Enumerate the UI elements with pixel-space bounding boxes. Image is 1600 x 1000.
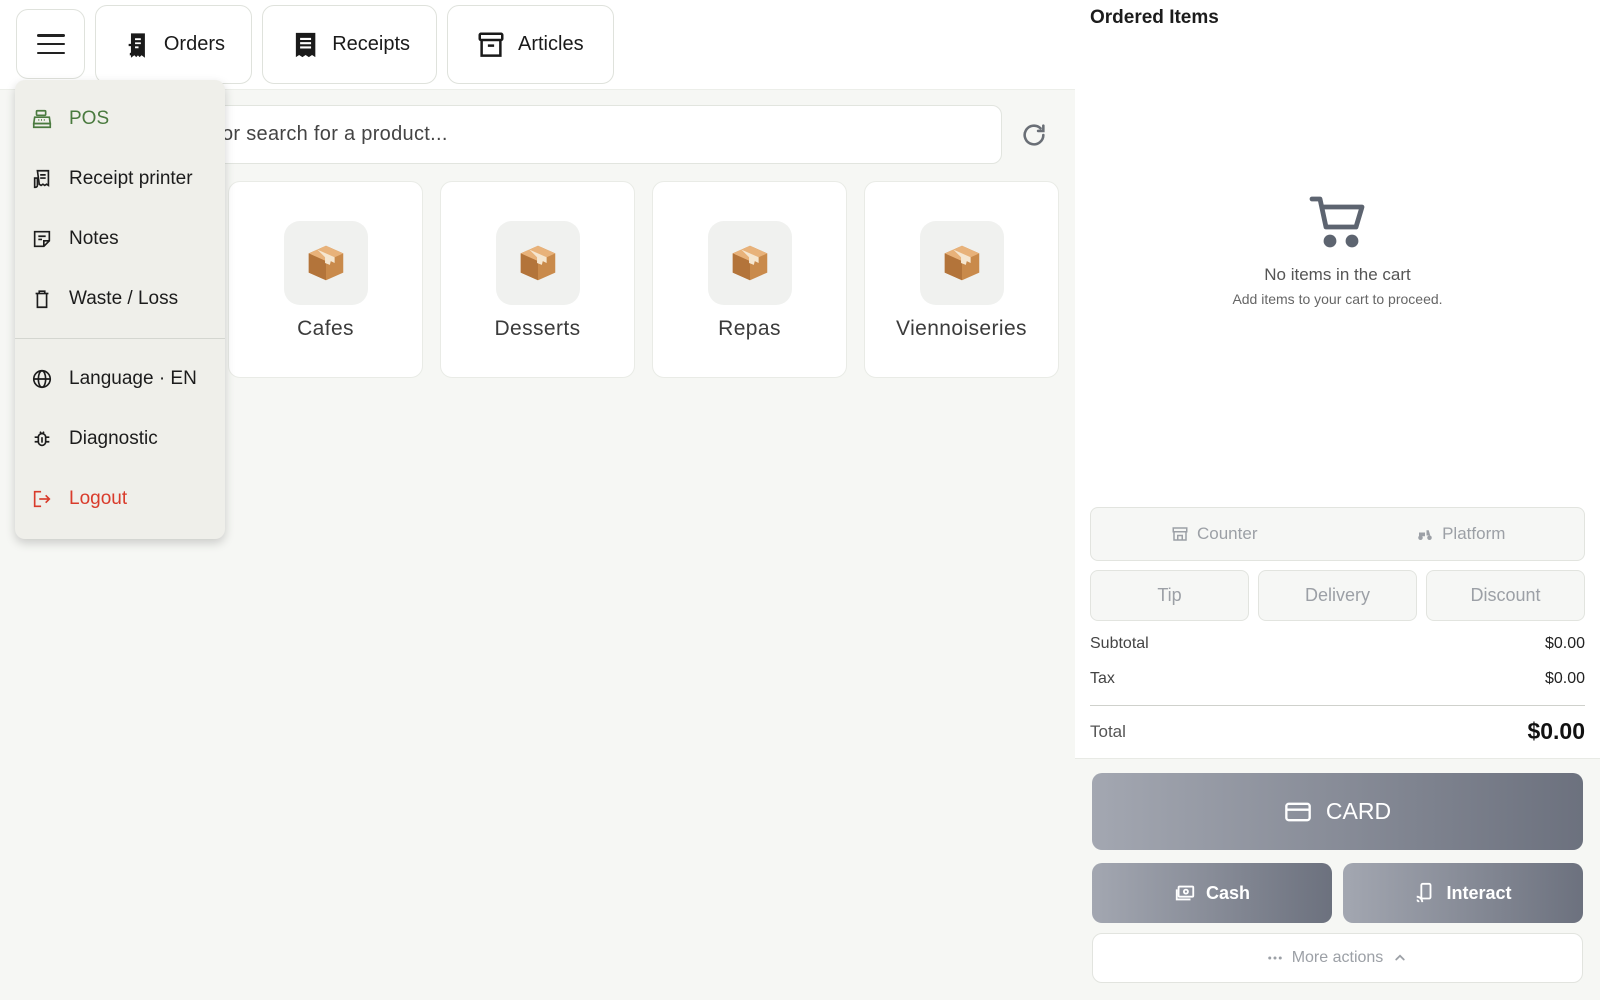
menu-item-logout[interactable]: Logout [15,479,225,519]
more-actions-label: More actions [1291,949,1384,966]
menu-divider [15,338,225,339]
order-type-toggle: Counter Platform [1090,507,1585,561]
menu-item-label: Waste / Loss [69,288,179,309]
menu-item-pos[interactable]: POS [15,99,225,139]
empty-cart-state: No items in the cart Add items to your c… [1075,195,1600,307]
notes-icon [33,230,51,248]
menu-item-notes[interactable]: Notes [15,219,225,259]
tab-articles[interactable]: Articles [447,5,614,84]
category-label: Desserts [494,317,581,340]
menu-item-language[interactable]: Language · EN [15,359,225,399]
menu-item-label: Language · EN [69,368,197,389]
category-label: Viennoiseries [896,317,1027,340]
cart-icon [1309,196,1364,248]
category-card-repas[interactable]: Repas [652,181,847,378]
refresh-icon[interactable] [1020,121,1048,149]
tab-orders[interactable]: Orders [95,5,252,84]
menu-item-label: Logout [69,488,128,509]
category-icon-box [495,221,580,305]
package-icon [944,245,979,281]
cash-register-icon [32,109,52,129]
more-actions-button[interactable]: More actions [1092,933,1583,983]
package-icon [520,245,555,281]
tab-receipts[interactable]: Receipts [262,5,437,84]
empty-cart-subtitle: Add items to your cart to proceed. [1232,291,1443,307]
tip-button[interactable]: Tip [1090,570,1249,621]
receipt-icon [295,32,316,57]
store-icon [1172,527,1188,541]
more-dots-icon [1267,956,1282,960]
discount-button[interactable]: Discount [1426,570,1585,621]
menu-item-diagnostic[interactable]: Diagnostic [15,419,225,459]
subtotal-label: Subtotal [1090,635,1149,652]
order-type-counter[interactable]: Counter [1091,508,1338,560]
search-placeholder: or search for a product... [222,123,448,145]
category-label: Cafes [297,317,354,340]
pay-cash-button[interactable]: Cash [1092,863,1332,923]
printer-icon [33,169,50,189]
tax-value: $0.00 [1544,670,1585,687]
order-type-counter-label: Counter [1197,524,1258,543]
package-icon [308,245,343,281]
category-card-viennoiseries[interactable]: Viennoiseries [864,181,1059,378]
menu-item-receipt-printer[interactable]: Receipt printer [15,159,225,199]
tab-receipts-label: Receipts [332,33,410,55]
total-row: Total $0.00 [1090,718,1585,745]
hamburger-icon [36,34,65,54]
cart-title: Ordered Items [1090,7,1219,28]
menu-button[interactable] [16,9,85,79]
tax-label: Tax [1090,670,1115,687]
category-label: Repas [718,317,781,340]
category-card-desserts[interactable]: Desserts [440,181,635,378]
subtotal-row: Subtotal $0.00 [1090,635,1585,653]
archive-icon [478,32,504,57]
menu-item-label: Diagnostic [69,428,158,449]
payment-area: CARD Cash Interact More actions [1075,758,1600,1000]
cash-icon [1175,885,1195,901]
pay-cash-label: Cash [1205,882,1250,903]
main-area: Orders Receipts Articles or search for a… [0,0,1075,1000]
category-icon-box [283,221,368,305]
globe-icon [32,369,52,389]
discount-label: Discount [1470,585,1541,605]
tab-orders-label: Orders [163,33,225,55]
contactless-phone-icon [1417,882,1432,903]
credit-card-icon [1285,802,1311,821]
tab-articles-label: Articles [518,33,584,55]
total-value: $0.00 [1527,718,1585,744]
pay-card-button[interactable]: CARD [1092,773,1583,850]
top-nav-bar: Orders Receipts Articles [0,0,1075,90]
trash-icon [35,290,49,309]
menu-item-label: POS [69,108,110,129]
menu-item-waste-loss[interactable]: Waste / Loss [15,279,225,319]
tip-label: Tip [1157,585,1182,605]
scooter-icon [1418,530,1432,540]
empty-cart-title: No items in the cart [1264,265,1411,284]
menu-item-label: Notes [69,228,119,249]
total-label: Total [1090,721,1126,741]
orders-icon [128,32,145,58]
logout-icon [33,490,51,508]
tax-row: Tax $0.00 [1090,670,1585,688]
delivery-button[interactable]: Delivery [1258,570,1417,621]
main-menu-dropdown: POS Receipt printer Notes Waste / Loss L… [15,80,225,539]
delivery-label: Delivery [1304,585,1370,605]
order-type-platform-label: Platform [1442,524,1506,543]
menu-item-label: Receipt printer [69,168,193,189]
pay-interact-label: Interact [1446,882,1512,903]
summary-divider [1090,705,1585,706]
pay-interact-button[interactable]: Interact [1343,863,1583,923]
cart-panel: Ordered Items No items in the cart Add i… [1075,0,1600,1000]
category-card-cafes[interactable]: Cafes [228,181,423,378]
category-icon-box [707,221,792,305]
bug-icon [34,431,50,447]
search-input[interactable]: or search for a product... [205,105,1002,164]
pay-card-label: CARD [1325,798,1392,824]
subtotal-value: $0.00 [1544,635,1585,652]
chevron-up-icon [1395,954,1405,961]
order-type-platform[interactable]: Platform [1338,508,1585,560]
category-icon-box [919,221,1004,305]
package-icon [732,245,767,281]
